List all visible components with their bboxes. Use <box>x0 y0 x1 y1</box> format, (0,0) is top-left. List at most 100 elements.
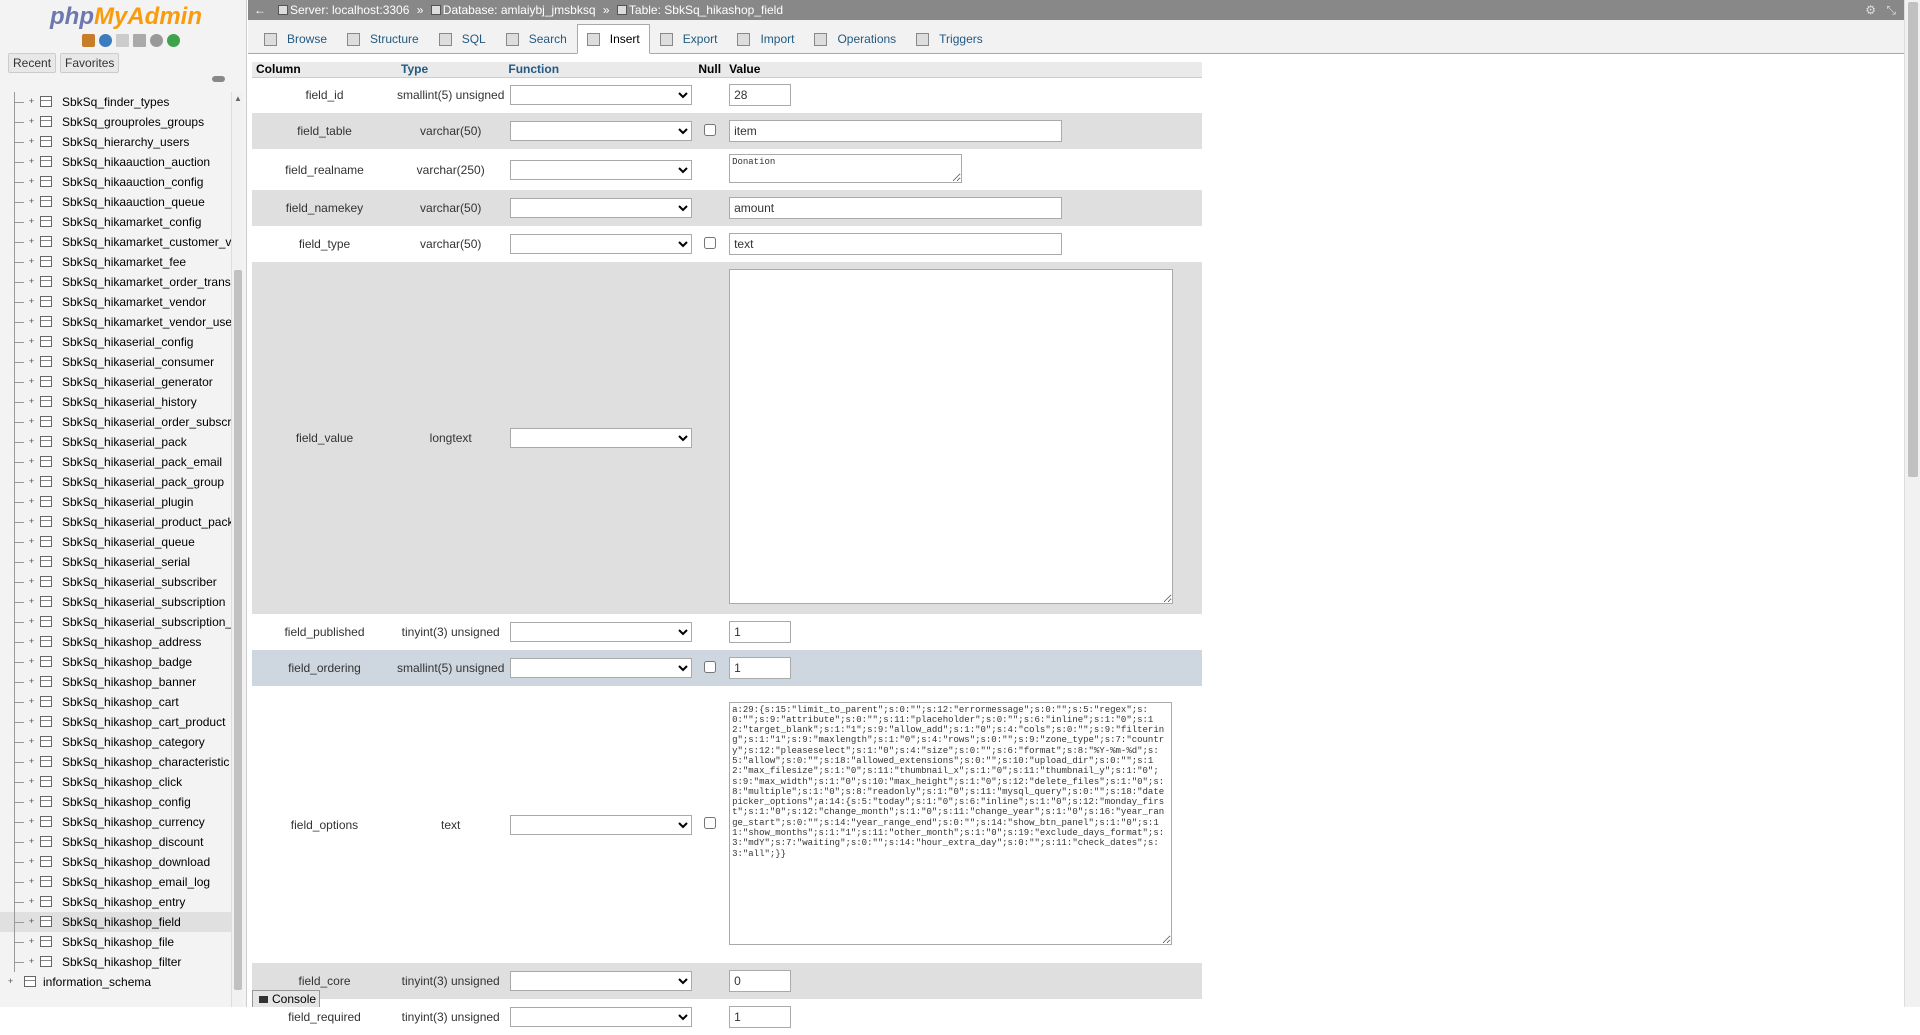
nav-table-label[interactable]: SbkSq_hikamarket_customer_v <box>62 232 231 252</box>
recent-button[interactable]: Recent <box>8 53 57 73</box>
expand-icon[interactable]: + <box>27 577 36 586</box>
table-icon[interactable] <box>40 756 54 768</box>
nav-table-item[interactable]: + SbkSq_hikamarket_vendor_use <box>0 312 231 332</box>
table-icon[interactable] <box>40 276 54 288</box>
nav-database-item[interactable]: + information_schema <box>0 972 231 992</box>
function-select[interactable] <box>510 971 693 991</box>
expand-icon[interactable]: + <box>27 657 36 666</box>
nav-table-item[interactable]: + SbkSq_hikaserial_pack_email <box>0 452 231 472</box>
expand-icon[interactable]: + <box>27 417 36 426</box>
nav-table-item[interactable]: + SbkSq_hikashop_cart <box>0 692 231 712</box>
nav-scroll-thumb[interactable] <box>234 270 242 990</box>
expand-icon[interactable]: + <box>27 637 36 646</box>
function-select[interactable] <box>510 428 693 448</box>
expand-icon[interactable]: + <box>27 757 36 766</box>
nav-table-item[interactable]: + SbkSq_hikashop_download <box>0 852 231 872</box>
value-textarea[interactable] <box>729 269 1174 604</box>
collapse-top-icon[interactable]: ⤡ <box>1886 0 1896 20</box>
table-icon[interactable] <box>40 916 54 928</box>
function-select[interactable] <box>510 234 693 254</box>
function-select[interactable] <box>510 198 693 218</box>
table-icon[interactable] <box>40 296 54 308</box>
table-icon[interactable] <box>40 936 54 948</box>
nav-table-label[interactable]: SbkSq_hikaserial_subscription <box>62 592 225 612</box>
table-icon[interactable] <box>40 796 54 808</box>
expand-icon[interactable]: + <box>27 517 36 526</box>
expand-icon[interactable]: + <box>27 237 36 246</box>
expand-icon[interactable]: + <box>6 977 15 986</box>
expand-icon[interactable]: + <box>27 857 36 866</box>
nav-table-label[interactable]: SbkSq_finder_types <box>62 92 169 112</box>
nav-table-item[interactable]: + SbkSq_hikashop_email_log <box>0 872 231 892</box>
expand-icon[interactable]: + <box>27 817 36 826</box>
table-icon[interactable] <box>40 696 54 708</box>
null-checkbox[interactable] <box>703 123 716 136</box>
nav-table-label[interactable]: SbkSq_hikamarket_order_transa <box>62 272 231 292</box>
value-input[interactable] <box>729 84 792 107</box>
nav-table-item[interactable]: + SbkSq_hikashop_badge <box>0 652 231 672</box>
nav-table-item[interactable]: + SbkSq_hikashop_discount <box>0 832 231 852</box>
expand-icon[interactable]: + <box>27 737 36 746</box>
table-icon[interactable] <box>40 876 54 888</box>
null-checkbox[interactable] <box>703 660 716 673</box>
table-icon[interactable] <box>40 436 54 448</box>
expand-icon[interactable]: + <box>27 137 36 146</box>
table-icon[interactable] <box>40 96 54 108</box>
nav-table-label[interactable]: SbkSq_hikaserial_serial <box>62 552 190 572</box>
table-icon[interactable] <box>40 456 54 468</box>
table-icon[interactable] <box>40 776 54 788</box>
value-input[interactable] <box>729 197 1063 219</box>
nav-table-label[interactable]: SbkSq_hikashop_currency <box>62 812 205 832</box>
nav-table-label[interactable]: SbkSq_hikashop_field <box>62 912 181 932</box>
nav-table-label[interactable]: SbkSq_hikashop_cart_product <box>62 712 225 732</box>
nav-table-item[interactable]: + SbkSq_hikaserial_subscription <box>0 592 231 612</box>
nav-table-item[interactable]: + SbkSq_hikashop_click <box>0 772 231 792</box>
value-input[interactable] <box>729 1006 792 1028</box>
nav-table-item[interactable]: + SbkSq_hikamarket_order_transa <box>0 272 231 292</box>
nav-table-label[interactable]: SbkSq_hikaserial_subscription_ <box>62 612 231 632</box>
table-icon[interactable] <box>40 736 54 748</box>
table-icon[interactable] <box>40 856 54 868</box>
expand-icon[interactable]: + <box>27 277 36 286</box>
expand-icon[interactable]: + <box>27 297 36 306</box>
table-icon[interactable] <box>40 716 54 728</box>
nav-table-label[interactable]: SbkSq_hikashop_download <box>62 852 210 872</box>
nav-table-item[interactable]: + SbkSq_hikashop_characteristic <box>0 752 231 772</box>
tab-structure[interactable]: Structure <box>337 24 429 54</box>
favorites-button[interactable]: Favorites <box>60 53 120 73</box>
nav-table-label[interactable]: SbkSq_hikaserial_generator <box>62 372 213 392</box>
nav-table-label[interactable]: SbkSq_hikashop_badge <box>62 652 192 672</box>
reload-icon[interactable] <box>167 34 180 47</box>
table-icon[interactable] <box>40 536 54 548</box>
nav-table-label[interactable]: SbkSq_hikaserial_config <box>62 332 193 352</box>
tab-sql[interactable]: SQL <box>429 24 496 54</box>
tab-triggers[interactable]: Triggers <box>906 24 993 54</box>
nav-table-item[interactable]: + SbkSq_hikaserial_subscriber <box>0 572 231 592</box>
nav-table-label[interactable]: SbkSq_hikaserial_history <box>62 392 197 412</box>
null-checkbox[interactable] <box>703 236 716 249</box>
docs-icon[interactable] <box>116 34 129 47</box>
nav-table-label[interactable]: SbkSq_hikashop_file <box>62 932 174 952</box>
expand-icon[interactable]: + <box>27 697 36 706</box>
main-scrollbar[interactable] <box>1904 0 1920 1007</box>
nav-table-label[interactable]: SbkSq_hikaserial_pack_email <box>62 452 222 472</box>
table-icon[interactable] <box>40 216 54 228</box>
nav-table-label[interactable]: SbkSq_hikamarket_vendor <box>62 292 206 312</box>
nav-table-label[interactable]: SbkSq_hikamarket_fee <box>62 252 186 272</box>
function-select[interactable] <box>510 814 693 835</box>
nav-table-label[interactable]: SbkSq_hikashop_category <box>62 732 205 752</box>
nav-table-item[interactable]: + SbkSq_hikaserial_generator <box>0 372 231 392</box>
nav-table-label[interactable]: SbkSq_hierarchy_users <box>62 132 189 152</box>
table-icon[interactable] <box>40 896 54 908</box>
table-icon[interactable] <box>40 116 54 128</box>
nav-table-item[interactable]: + SbkSq_hikaserial_history <box>0 392 231 412</box>
expand-icon[interactable]: + <box>27 557 36 566</box>
table-icon[interactable] <box>40 956 54 968</box>
nav-table-item[interactable]: + SbkSq_hikaserial_product_pack <box>0 512 231 532</box>
nav-table-item[interactable]: + SbkSq_hikamarket_customer_v <box>0 232 231 252</box>
phpmyadmin-logo[interactable]: phpMyAdmin <box>50 3 202 31</box>
nav-table-label[interactable]: SbkSq_hikaauction_queue <box>62 192 205 212</box>
nav-table-label[interactable]: SbkSq_hikamarket_vendor_use <box>62 312 231 332</box>
nav-table-label[interactable]: SbkSq_hikaserial_subscriber <box>62 572 217 592</box>
nav-table-label[interactable]: SbkSq_hikashop_cart <box>62 692 179 712</box>
